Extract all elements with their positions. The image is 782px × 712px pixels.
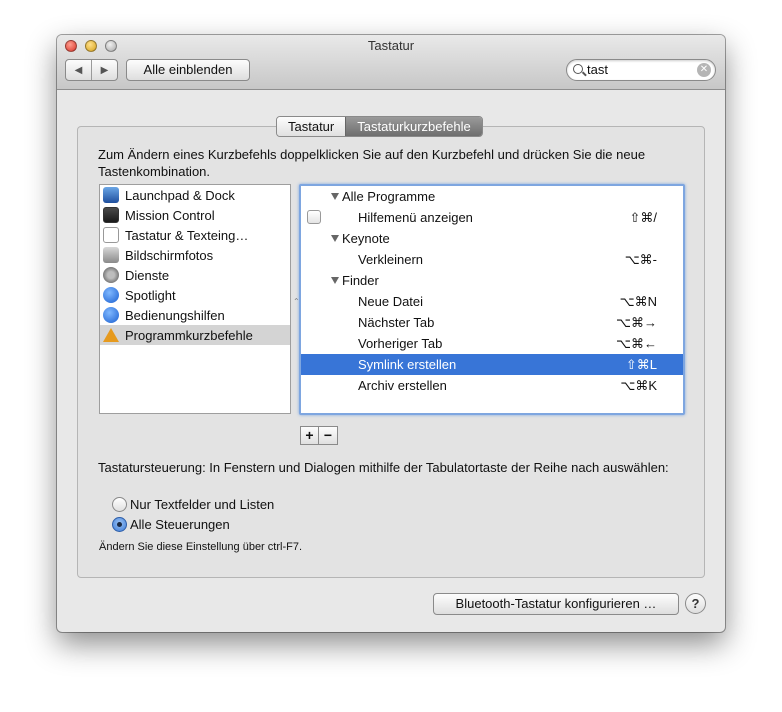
shortcut-keys[interactable]: ⌥⌘← [616,336,657,352]
shortcut-keys[interactable]: ⌥⌘→ [616,315,657,331]
category-item-selected[interactable]: Programmkurzbefehle [100,325,290,345]
mission-control-icon [103,207,119,223]
category-item[interactable]: Launchpad & Dock [100,185,290,205]
back-forward-control: ◀ ▶ [65,59,118,81]
shortcut-label: Nächster Tab [358,315,435,330]
help-button[interactable]: ? [685,593,706,614]
shortcut-group-row[interactable]: Alle Programme [301,186,683,207]
category-label: Launchpad & Dock [125,187,235,203]
spotlight-icon [103,287,119,303]
show-all-button[interactable]: Alle einblenden [126,59,250,81]
category-item[interactable]: Mission Control [100,205,290,225]
screenshot-icon [103,247,119,263]
category-label: Bedienungshilfen [125,307,225,323]
accessibility-icon [103,307,119,323]
configure-bluetooth-keyboard-button[interactable]: Bluetooth-Tastatur konfigurieren … [433,593,679,615]
category-item[interactable]: Bedienungshilfen [100,305,290,325]
shortcut-keys[interactable]: ⇧⌘/ [629,210,657,226]
category-label: Tastatur & Texteing… [125,227,249,243]
tab-bar: Tastatur Tastaturkurzbefehle [276,116,483,137]
category-item[interactable]: Bildschirmfotos [100,245,290,265]
shortcut-label: Verkleinern [358,252,424,267]
window-title: Tastatur [367,38,415,53]
category-list[interactable]: Launchpad & Dock Mission Control Tastatu… [99,184,291,414]
title-bar: Tastatur ◀ ▶ Alle einblenden tast ✕ [57,35,725,90]
shortcut-row[interactable]: Vorheriger Tab ⌥⌘← [301,333,683,354]
services-gear-icon [103,267,119,283]
app-shortcuts-icon [103,328,119,342]
disclosure-triangle-icon[interactable] [331,277,339,284]
category-label: Dienste [125,267,170,283]
shortcut-label: Symlink erstellen [358,357,457,372]
shortcut-row-selected[interactable]: Symlink erstellen ⇧⌘L [301,354,683,375]
shortcut-label: Hilfemenü anzeigen [358,210,473,225]
category-label: Mission Control [125,207,215,223]
category-item[interactable]: Tastatur & Texteing… [100,225,290,245]
add-shortcut-button[interactable]: + [301,427,319,444]
clear-search-icon[interactable]: ✕ [697,63,711,77]
back-arrow-icon[interactable]: ◀ [66,60,92,80]
disclosure-triangle-icon[interactable] [331,235,339,242]
shortcut-label: Neue Datei [358,294,424,309]
tab-keyboard[interactable]: Tastatur [277,117,346,136]
radio-text-fields-row[interactable]: Nur Textfelder und Listen [112,495,274,513]
shortcut-keys[interactable]: ⌥⌘- [625,252,657,268]
remove-shortcut-button[interactable]: − [319,427,337,444]
group-label: Keynote [342,231,390,246]
shortcut-row[interactable]: Archiv erstellen ⌥⌘K [301,375,683,396]
shortcut-keys[interactable]: ⌥⌘K [620,378,657,394]
radio-text-fields-label: Nur Textfelder und Listen [130,496,275,512]
category-label: Spotlight [125,287,176,303]
search-input[interactable]: tast [587,62,608,77]
shortcut-group-row[interactable]: Finder [301,270,683,291]
shortcut-row[interactable]: Verkleinern ⌥⌘- [301,249,683,270]
group-label: Alle Programme [342,189,436,204]
shortcut-keys[interactable]: ⌥⌘N [620,294,657,310]
shortcut-label: Vorheriger Tab [358,336,443,351]
radio-all-controls[interactable] [112,516,127,532]
shortcut-row[interactable]: Nächster Tab ⌥⌘→ [301,312,683,333]
category-label: Bildschirmfotos [125,247,214,263]
radio-text-fields[interactable] [112,496,127,512]
shortcut-group-row[interactable]: Keynote [301,228,683,249]
disclosure-triangle-icon[interactable] [331,193,339,200]
shortcut-row[interactable]: Neue Datei ⌥⌘N [301,291,683,312]
forward-arrow-icon[interactable]: ▶ [92,60,117,80]
category-item[interactable]: Dienste [100,265,290,285]
preferences-window: Tastatur ◀ ▶ Alle einblenden tast ✕ Tast… [57,35,725,632]
radio-all-controls-row[interactable]: Alle Steuerungen [112,515,230,533]
category-item[interactable]: Spotlight [100,285,290,305]
search-icon [573,64,583,74]
group-label: Finder [342,273,379,288]
category-label: Programmkurzbefehle [125,327,253,343]
keyboard-control-hint: Ändern Sie diese Einstellung über ctrl-F… [99,541,302,553]
keyboard-control-description: Tastatursteuerung: In Fenstern und Dialo… [98,460,669,475]
shortcut-keys[interactable]: ⇧⌘L [626,357,657,373]
keyboard-icon [103,227,119,243]
instructions-text: Zum Ändern eines Kurzbefehls doppelklick… [98,147,646,179]
add-remove-control: + − [300,426,338,445]
shortcut-checkbox[interactable] [307,210,321,224]
shortcut-row[interactable]: Hilfemenü anzeigen ⇧⌘/ [301,207,683,228]
radio-all-controls-label: Alle Steuerungen [130,516,230,532]
launchpad-icon [103,187,119,203]
shortcut-label: Archiv erstellen [358,378,447,393]
shortcut-list[interactable]: Alle Programme Hilfemenü anzeigen ⇧⌘/ Ke… [299,184,685,415]
search-field[interactable]: tast ✕ [566,59,716,81]
tab-keyboard-shortcuts[interactable]: Tastaturkurzbefehle [345,117,482,136]
